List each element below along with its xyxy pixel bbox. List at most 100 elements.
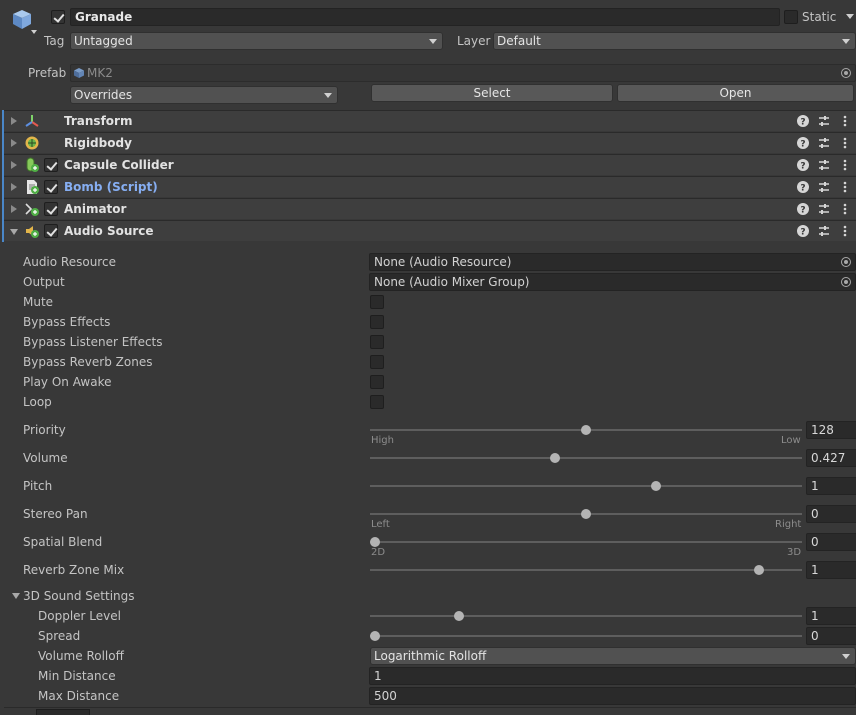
component-header-transform[interactable]: Transform? bbox=[4, 110, 856, 131]
priority-min-label: High bbox=[371, 435, 394, 446]
object-picker-icon[interactable] bbox=[841, 277, 851, 287]
pitch-slider[interactable] bbox=[370, 485, 802, 487]
foldout-arrow-icon[interactable] bbox=[11, 161, 17, 169]
reverb-zone-mix-field[interactable]: 1 bbox=[806, 561, 856, 579]
kebab-menu-icon[interactable] bbox=[838, 136, 852, 150]
preset-icon[interactable] bbox=[817, 224, 831, 238]
priority-field[interactable]: 128 bbox=[806, 421, 856, 439]
kebab-menu-icon[interactable] bbox=[838, 224, 852, 238]
component-title: Rigidbody bbox=[64, 136, 132, 150]
select-button[interactable]: Select bbox=[371, 84, 613, 102]
spatial-blend-min-label: 2D bbox=[371, 547, 386, 558]
bypass-reverb-zones-checkbox[interactable] bbox=[370, 355, 384, 369]
spatial-blend-slider[interactable] bbox=[370, 541, 802, 543]
stereo-pan-field[interactable]: 0 bbox=[806, 505, 856, 523]
component-header-audio-source[interactable]: Audio Source? bbox=[4, 220, 856, 241]
help-icon[interactable]: ? bbox=[796, 224, 810, 238]
help-icon[interactable]: ? bbox=[796, 202, 810, 216]
volume-slider-knob[interactable] bbox=[550, 453, 561, 463]
prefab-value: MK2 bbox=[87, 66, 113, 80]
chevron-down-icon bbox=[324, 93, 332, 98]
gameobject-icon-dropdown[interactable] bbox=[31, 30, 37, 34]
max-distance-field[interactable]: 500 bbox=[369, 687, 856, 705]
bypass-listener-effects-label: Bypass Listener Effects bbox=[23, 335, 163, 349]
layer-dropdown[interactable]: Default bbox=[493, 32, 856, 50]
tag-dropdown[interactable]: Untagged bbox=[70, 32, 443, 50]
doppler-level-label: Doppler Level bbox=[38, 609, 121, 623]
spread-slider-knob[interactable] bbox=[370, 631, 380, 641]
foldout-arrow-icon[interactable] bbox=[11, 183, 17, 191]
foldout-arrow-icon[interactable] bbox=[11, 205, 17, 213]
open-button[interactable]: Open bbox=[617, 84, 854, 102]
foldout-arrow-icon[interactable] bbox=[10, 229, 18, 235]
spread-field[interactable]: 0 bbox=[806, 627, 856, 645]
audio-resource-field[interactable]: None (Audio Resource) bbox=[369, 253, 856, 271]
gameobject-icon[interactable] bbox=[10, 8, 34, 32]
stereo-pan-slider-knob[interactable] bbox=[581, 509, 591, 519]
active-checkbox[interactable] bbox=[51, 10, 65, 24]
loop-checkbox[interactable] bbox=[370, 395, 384, 409]
help-icon[interactable]: ? bbox=[796, 158, 810, 172]
help-icon[interactable]: ? bbox=[796, 114, 810, 128]
prefab-icon bbox=[74, 68, 84, 78]
spread-slider[interactable] bbox=[370, 635, 802, 637]
component-header-animator[interactable]: Animator? bbox=[4, 198, 856, 219]
mute-checkbox[interactable] bbox=[370, 295, 384, 309]
volume-field[interactable]: 0.427 bbox=[806, 449, 856, 467]
tag-label: Tag bbox=[44, 34, 65, 48]
component-header-capsule-collider[interactable]: Capsule Collider? bbox=[4, 154, 856, 175]
preset-icon[interactable] bbox=[817, 202, 831, 216]
reverb-zone-mix-slider-knob[interactable] bbox=[753, 565, 764, 575]
preset-icon[interactable] bbox=[817, 136, 831, 150]
preset-icon[interactable] bbox=[817, 158, 831, 172]
overrides-dropdown[interactable]: Overrides bbox=[70, 86, 338, 104]
min-distance-field[interactable]: 1 bbox=[369, 667, 856, 685]
help-icon[interactable]: ? bbox=[796, 180, 810, 194]
audio-source-icon bbox=[24, 223, 40, 239]
component-title: Capsule Collider bbox=[64, 158, 174, 172]
kebab-menu-icon[interactable] bbox=[838, 202, 852, 216]
component-enabled-checkbox[interactable] bbox=[44, 202, 58, 216]
component-header-rigidbody[interactable]: Rigidbody? bbox=[4, 132, 856, 153]
svg-text:?: ? bbox=[800, 118, 805, 128]
sound3d-settings-label[interactable]: 3D Sound Settings bbox=[23, 589, 135, 603]
output-field[interactable]: None (Audio Mixer Group) bbox=[369, 273, 856, 291]
help-icon[interactable]: ? bbox=[796, 136, 810, 150]
play-on-awake-checkbox[interactable] bbox=[370, 375, 384, 389]
component-enabled-checkbox[interactable] bbox=[44, 180, 58, 194]
preset-icon[interactable] bbox=[817, 180, 831, 194]
doppler-level-slider[interactable] bbox=[370, 615, 802, 617]
preset-icon[interactable] bbox=[817, 114, 831, 128]
audio-resource-label: Audio Resource bbox=[23, 255, 116, 269]
script-icon bbox=[24, 179, 40, 195]
volume-rolloff-dropdown[interactable]: Logarithmic Rolloff bbox=[370, 647, 856, 665]
doppler-level-slider-knob[interactable] bbox=[454, 611, 465, 621]
spatial-blend-field[interactable]: 0 bbox=[806, 533, 856, 551]
spatial-blend-slider-knob[interactable] bbox=[370, 537, 380, 547]
foldout-arrow-icon[interactable] bbox=[11, 139, 17, 147]
static-checkbox[interactable] bbox=[784, 10, 798, 24]
static-dropdown-icon[interactable] bbox=[846, 14, 854, 19]
bypass-listener-effects-checkbox[interactable] bbox=[370, 335, 384, 349]
foldout-arrow-icon[interactable] bbox=[11, 117, 17, 125]
kebab-menu-icon[interactable] bbox=[838, 114, 852, 128]
spread-label: Spread bbox=[38, 629, 81, 643]
object-picker-icon[interactable] bbox=[841, 257, 851, 267]
kebab-menu-icon[interactable] bbox=[838, 180, 852, 194]
reverb-zone-mix-slider[interactable] bbox=[370, 569, 802, 571]
volume-slider[interactable] bbox=[370, 457, 802, 459]
sound3d-foldout-icon[interactable] bbox=[12, 593, 20, 599]
pitch-field[interactable]: 1 bbox=[806, 477, 856, 495]
bypass-effects-checkbox[interactable] bbox=[370, 315, 384, 329]
doppler-level-field[interactable]: 1 bbox=[806, 607, 856, 625]
kebab-menu-icon[interactable] bbox=[838, 158, 852, 172]
component-enabled-checkbox[interactable] bbox=[44, 224, 58, 238]
prefab-field[interactable]: MK2 bbox=[70, 64, 856, 82]
pitch-slider-knob[interactable] bbox=[651, 481, 662, 491]
name-field[interactable]: Granade bbox=[70, 8, 780, 26]
rolloff-curve-tab[interactable] bbox=[36, 709, 90, 715]
priority-slider-knob[interactable] bbox=[581, 425, 591, 435]
component-header-bomb-script[interactable]: Bomb (Script)? bbox=[4, 176, 856, 197]
object-picker-icon[interactable] bbox=[841, 68, 851, 78]
component-enabled-checkbox[interactable] bbox=[44, 158, 58, 172]
